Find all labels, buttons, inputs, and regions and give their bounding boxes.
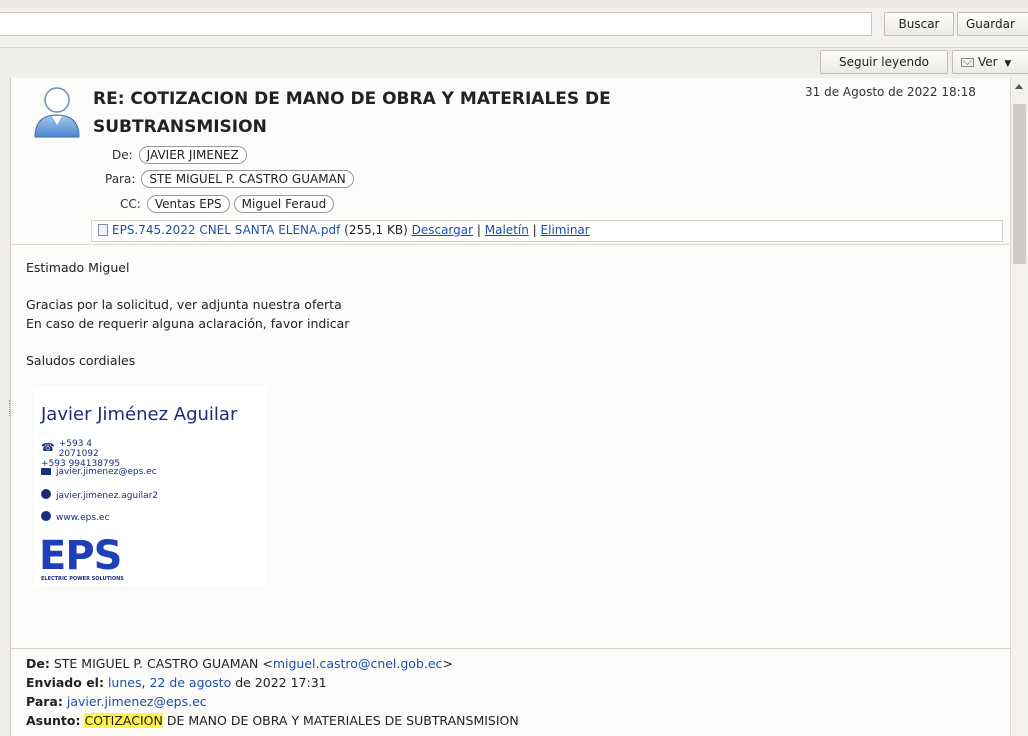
guardar-button[interactable]: Guardar: [957, 12, 1028, 36]
buscar-button[interactable]: Buscar: [884, 12, 954, 36]
separator: |: [532, 223, 537, 237]
body-line: Saludos cordiales: [26, 353, 136, 368]
body-line: Estimado Miguel: [26, 260, 130, 275]
fwd-sent-day[interactable]: lunes: [108, 675, 142, 690]
top-toolbar: Buscar Guardar: [0, 0, 1028, 48]
fwd-from-email[interactable]: miguel.castro@cnel.gob.ec: [273, 656, 443, 671]
to-row: Para: STE MIGUEL P. CASTRO GUAMAN: [105, 170, 358, 188]
eps-logo-tagline: ELECTRIC POWER SOLUTIONS: [41, 576, 124, 582]
fwd-subject-label: Asunto:: [26, 713, 81, 728]
seguir-leyendo-button[interactable]: Seguir leyendo: [820, 50, 948, 74]
search-input[interactable]: [0, 12, 872, 36]
avatar: [34, 87, 80, 138]
body-line: Gracias por la solicitud, ver adjunta nu…: [26, 297, 342, 312]
fwd-subject-highlight: COTIZACION: [84, 713, 163, 728]
briefcase-link[interactable]: Maletín: [485, 223, 529, 237]
fwd-subject-row: Asunto: COTIZACION DE MANO DE OBRA Y MAT…: [26, 711, 519, 730]
message-date: 31 de Agosto de 2022 18:18: [805, 85, 976, 99]
window-strip: [0, 0, 1028, 8]
ver-button[interactable]: Ver ▼: [952, 50, 1028, 74]
skype-icon: [41, 489, 51, 499]
vertical-scrollbar[interactable]: [1010, 78, 1028, 736]
body-line: En caso de requerir alguna aclaración, f…: [26, 316, 350, 331]
mail-icon: [41, 468, 51, 475]
separator: |: [476, 223, 481, 237]
signature-email: javier.jimenez@eps.ec: [41, 467, 157, 477]
cc-row: CC: Ventas EPS Miguel Feraud: [120, 195, 338, 213]
signature-name: Javier Jiménez Aguilar: [41, 404, 238, 425]
fwd-from-close: >: [442, 656, 453, 671]
signature-web-text: www.eps.ec: [56, 513, 110, 523]
ver-label: Ver: [978, 55, 998, 69]
phone-icon: ☎: [41, 441, 55, 454]
attachment-bar: EPS.745.2022 CNEL SANTA ELENA.pdf (255,1…: [91, 220, 1003, 242]
from-contact[interactable]: JAVIER JIMENEZ: [138, 146, 247, 164]
download-link[interactable]: Descargar: [412, 223, 473, 237]
message-body: Estimado Miguel Gracias por la solicitud…: [26, 258, 349, 370]
message-toolbar: Seguir leyendo Ver ▼: [0, 48, 1028, 76]
fwd-from-label: De:: [26, 656, 50, 671]
fwd-sent-date[interactable]: 22 de agosto: [149, 675, 231, 690]
to-label: Para:: [105, 172, 136, 186]
signature-web: www.eps.ec: [41, 511, 109, 523]
forwarded-header: De: STE MIGUEL P. CASTRO GUAMAN <miguel.…: [26, 654, 519, 730]
fwd-sent-row: Enviado el: lunes, 22 de agosto de 2022 …: [26, 673, 519, 692]
signature-card: Javier Jiménez Aguilar ☎ +593 4 2071092 …: [33, 386, 267, 586]
fwd-to-label: Para:: [26, 694, 63, 709]
pdf-file-icon: [98, 224, 108, 236]
attachment-name[interactable]: EPS.745.2022 CNEL SANTA ELENA.pdf: [112, 223, 340, 237]
eps-logo: EPS: [39, 533, 122, 579]
fwd-from-row: De: STE MIGUEL P. CASTRO GUAMAN <miguel.…: [26, 654, 519, 673]
delete-link[interactable]: Eliminar: [541, 223, 590, 237]
scroll-thumb[interactable]: [1013, 104, 1026, 264]
fwd-sent-rest: de 2022 17:31: [235, 675, 327, 690]
to-contact[interactable]: STE MIGUEL P. CASTRO GUAMAN: [141, 170, 354, 188]
from-row: De: JAVIER JIMENEZ: [112, 146, 251, 164]
message-header: RE: COTIZACION DE MANO DE OBRA Y MATERIA…: [11, 78, 1011, 245]
cc-contact[interactable]: Miguel Feraud: [233, 195, 335, 213]
chevron-down-icon: ▼: [1004, 59, 1012, 69]
signature-skype-text: javier.jimenez.aguilar2: [56, 491, 159, 501]
cc-label: CC:: [120, 197, 141, 211]
signature-email-text: javier.jimenez@eps.ec: [56, 467, 157, 477]
attachment-size: (255,1 KB): [344, 223, 408, 237]
signature-skype: javier.jimenez.aguilar2: [41, 489, 158, 501]
reading-pane: RE: COTIZACION DE MANO DE OBRA Y MATERIA…: [10, 78, 1011, 736]
envelope-icon: [961, 58, 974, 67]
cc-contact[interactable]: Ventas EPS: [146, 195, 230, 213]
signature-phone: ☎ +593 4 2071092 +593 994138795: [41, 439, 120, 469]
forward-divider: [11, 648, 1011, 649]
fwd-subject-rest: DE MANO DE OBRA Y MATERIALES DE SUBTRANS…: [162, 713, 519, 728]
fwd-sent-comma: ,: [141, 675, 146, 690]
fwd-from-name: STE MIGUEL P. CASTRO GUAMAN <: [53, 656, 273, 671]
from-label: De:: [112, 148, 133, 162]
fwd-to-email[interactable]: javier.jimenez@eps.ec: [67, 694, 207, 709]
message-subject: RE: COTIZACION DE MANO DE OBRA Y MATERIA…: [93, 89, 611, 137]
fwd-sent-label: Enviado el:: [26, 675, 104, 690]
globe-icon: [41, 511, 51, 521]
fwd-to-row: Para: javier.jimenez@eps.ec: [26, 692, 519, 711]
scroll-up-arrow-icon[interactable]: [1015, 84, 1023, 89]
